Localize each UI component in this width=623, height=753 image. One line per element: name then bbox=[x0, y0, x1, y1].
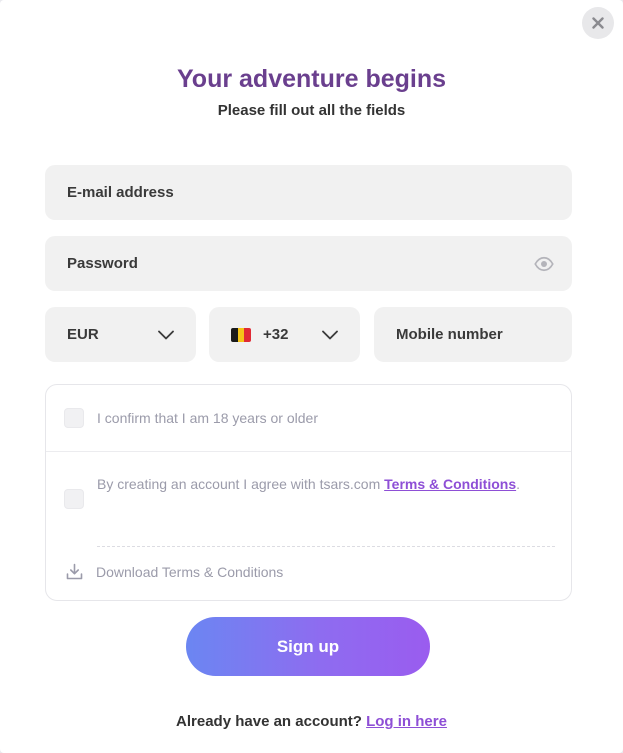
currency-value: EUR bbox=[67, 326, 99, 343]
eye-icon[interactable] bbox=[534, 254, 554, 274]
mobile-field-wrapper bbox=[374, 307, 572, 362]
age-confirm-checkbox[interactable] bbox=[64, 408, 84, 428]
belgium-flag-icon bbox=[231, 327, 251, 342]
terms-prefix-text: By creating an account I agree with tsar… bbox=[97, 476, 385, 492]
phone-code-select[interactable]: +32 bbox=[209, 307, 360, 362]
password-input[interactable] bbox=[67, 255, 512, 272]
terms-agree-label: By creating an account I agree with tsar… bbox=[97, 470, 537, 498]
phone-code-display: +32 bbox=[231, 326, 288, 343]
download-icon bbox=[66, 563, 83, 580]
email-field-wrapper bbox=[45, 165, 572, 220]
terms-suffix-text: . bbox=[516, 476, 520, 492]
consent-box: I confirm that I am 18 years or older By… bbox=[45, 384, 572, 601]
download-terms-link[interactable]: Download Terms & Conditions bbox=[66, 563, 283, 580]
page-title: Your adventure begins bbox=[176, 65, 447, 93]
age-confirm-label: I confirm that I am 18 years or older bbox=[97, 410, 318, 426]
page-subtitle: Please fill out all the fields bbox=[217, 102, 406, 119]
email-input[interactable] bbox=[67, 184, 550, 201]
divider bbox=[46, 451, 571, 452]
login-prompt-text: Already have an account? bbox=[176, 713, 362, 730]
close-icon bbox=[592, 17, 604, 29]
close-button[interactable] bbox=[582, 7, 614, 39]
download-terms-label: Download Terms & Conditions bbox=[96, 563, 284, 580]
signup-modal: Your adventure begins Please fill out al… bbox=[0, 0, 623, 753]
login-link[interactable]: Log in here bbox=[366, 713, 447, 730]
login-prompt: Already have an account? Log in here bbox=[0, 713, 623, 730]
chevron-down-icon bbox=[322, 330, 338, 339]
currency-select[interactable]: EUR bbox=[45, 307, 196, 362]
password-field-wrapper bbox=[45, 236, 572, 291]
phone-code-value: +32 bbox=[263, 326, 289, 343]
signup-button[interactable]: Sign up bbox=[186, 617, 430, 676]
mobile-number-input[interactable] bbox=[396, 326, 550, 343]
terms-agree-checkbox[interactable] bbox=[64, 489, 84, 509]
chevron-down-icon bbox=[158, 330, 174, 339]
dashed-divider bbox=[97, 546, 555, 547]
terms-conditions-link[interactable]: Terms & Conditions bbox=[384, 476, 516, 492]
